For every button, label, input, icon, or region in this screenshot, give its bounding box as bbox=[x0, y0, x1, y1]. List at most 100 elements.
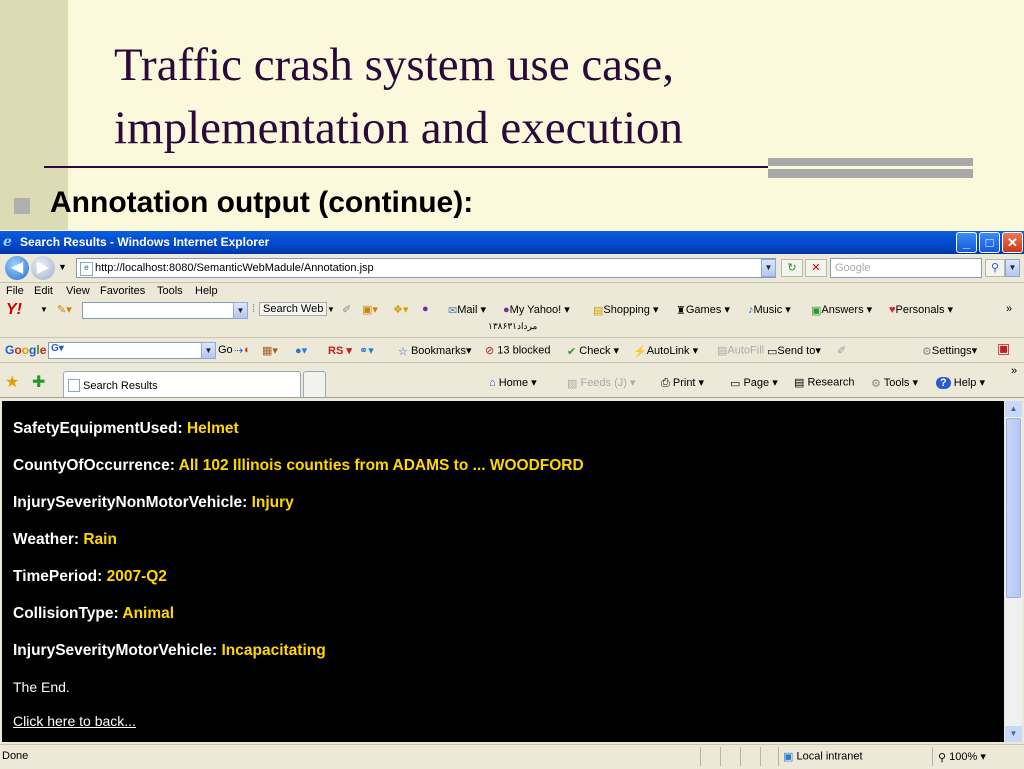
pencil-icon[interactable]: ✎▾ bbox=[57, 303, 72, 316]
pagerank-icon[interactable]: ◐ bbox=[244, 344, 251, 356]
status-bar: Done ▣ Local intranet ⚲ 100% ▾ bbox=[0, 744, 1024, 769]
answers-item[interactable]: ▣Answers ▾ bbox=[811, 303, 872, 317]
pop-up-icon[interactable]: ❖▾ bbox=[393, 303, 408, 316]
maximize-button[interactable]: □ bbox=[979, 232, 1000, 253]
research-button[interactable]: ▤ Research bbox=[794, 376, 855, 389]
help-menu-button[interactable]: ? Help ▾ bbox=[936, 376, 985, 390]
toolbar-more-icon[interactable]: » bbox=[1006, 303, 1012, 315]
stop-icon[interactable]: ✕ bbox=[805, 259, 827, 277]
google-options-icon[interactable]: ▣ bbox=[997, 340, 1010, 357]
favorites-star-icon[interactable]: ★ bbox=[5, 372, 19, 392]
url-input[interactable]: e http://localhost:8080/SemanticWebMadul… bbox=[76, 258, 776, 278]
scroll-thumb[interactable] bbox=[1006, 418, 1021, 598]
menu-favorites[interactable]: Favorites bbox=[100, 285, 145, 297]
annotation-key: CollisionType: bbox=[13, 605, 119, 622]
close-button[interactable]: ✕ bbox=[1002, 232, 1023, 253]
google-go-button[interactable]: Go bbox=[218, 344, 233, 356]
answers-label: Answers bbox=[821, 304, 864, 316]
games-item[interactable]: ♜Games ▾ bbox=[676, 303, 730, 317]
back-link[interactable]: Click here to back... bbox=[13, 713, 136, 729]
music-item[interactable]: ♪Music ▾ bbox=[748, 303, 791, 316]
search-options-dropdown[interactable]: ▼ bbox=[1005, 259, 1020, 277]
url-dropdown-button[interactable]: ▼ bbox=[761, 259, 776, 277]
send-to-button[interactable]: ▭Send to▾ bbox=[767, 344, 821, 358]
status-divider bbox=[932, 747, 933, 766]
personals-item[interactable]: ♥Personals ▾ bbox=[889, 303, 953, 316]
ie-logo-icon: e bbox=[3, 234, 12, 250]
autofill-button[interactable]: ▤AutoFill bbox=[717, 344, 764, 357]
autofill-label: AutoFill bbox=[727, 344, 765, 357]
zone-label: Local intranet bbox=[796, 750, 863, 763]
tools-menu-button[interactable]: ⚙ Tools ▾ bbox=[871, 376, 918, 390]
google-settings-button[interactable]: ⚙Settings▾ bbox=[922, 344, 977, 358]
pencil-icon-google[interactable]: ✐ bbox=[837, 344, 846, 357]
menu-file[interactable]: File bbox=[6, 285, 24, 297]
forward-button[interactable]: ▶ bbox=[31, 256, 55, 280]
chat-icon[interactable]: ●▾ bbox=[295, 344, 307, 357]
check-label: Check bbox=[579, 345, 611, 357]
scroll-down-arrow-icon[interactable]: ▼ bbox=[1005, 726, 1022, 742]
search-input[interactable]: Google bbox=[830, 258, 982, 278]
search-icon[interactable]: ⚲ bbox=[985, 259, 1005, 277]
print-button[interactable]: ⎙ Print ▾ bbox=[661, 376, 704, 390]
add-favorite-icon[interactable]: ✚ bbox=[32, 372, 45, 392]
tab-search-results[interactable]: Search Results bbox=[63, 371, 301, 397]
status-divider bbox=[700, 747, 701, 766]
feeds-button[interactable]: ▧ Feeds (J) ▾ bbox=[567, 376, 636, 390]
intranet-icon: ▣ bbox=[783, 751, 794, 763]
bookmarks-button[interactable]: ☆ Bookmarks▾ bbox=[398, 344, 472, 358]
menu-tools[interactable]: Tools bbox=[157, 285, 183, 297]
google-logo[interactable]: Google bbox=[5, 343, 46, 357]
yahoo-search-dropdown[interactable]: ▼ bbox=[233, 302, 248, 319]
translate-icon[interactable]: ⚭▾ bbox=[359, 344, 374, 357]
annotation-row: CountyOfOccurrence: All 102 Illinois cou… bbox=[13, 457, 584, 475]
popup-blocker-button[interactable]: ⊘ 13 blocked bbox=[485, 344, 551, 357]
highlight-icon[interactable]: ✐ bbox=[342, 303, 351, 316]
my-yahoo-item[interactable]: ●My Yahoo! ▾ bbox=[503, 303, 570, 316]
google-search-input[interactable]: G▾ bbox=[48, 342, 213, 359]
games-icon: ♜ bbox=[676, 304, 686, 317]
search-web-dropdown-icon[interactable]: ▼ bbox=[327, 305, 335, 314]
url-text: http://localhost:8080/SemanticWebMadule/… bbox=[95, 262, 374, 274]
new-tab-button[interactable] bbox=[303, 371, 326, 397]
menu-help[interactable]: Help bbox=[195, 285, 218, 297]
yahoo-menu-dropdown-icon[interactable]: ▼ bbox=[40, 305, 48, 314]
status-divider bbox=[760, 747, 761, 766]
antispy-icon[interactable]: ▣▾ bbox=[362, 303, 378, 316]
vertical-scrollbar[interactable]: ▲ ▼ bbox=[1005, 401, 1022, 742]
zoom-control[interactable]: ⚲ 100% ▾ bbox=[938, 750, 986, 764]
menu-edit[interactable]: Edit bbox=[34, 285, 53, 297]
page-menu-button[interactable]: ▭ Page ▾ bbox=[730, 376, 778, 390]
news-icon[interactable]: ▦▾ bbox=[262, 344, 278, 357]
refresh-icon[interactable]: ↻ bbox=[781, 259, 803, 277]
search-web-button[interactable]: Search Web bbox=[259, 302, 328, 316]
yahoo-360-icon[interactable]: ● bbox=[422, 303, 429, 315]
help-label: Help bbox=[953, 377, 977, 389]
shopping-item[interactable]: ▤Shopping ▾ bbox=[593, 303, 658, 317]
scroll-up-arrow-icon[interactable]: ▲ bbox=[1005, 401, 1022, 417]
games-label: Games bbox=[685, 304, 722, 316]
annotation-value: Helmet bbox=[186, 420, 239, 437]
back-button[interactable]: ◀ bbox=[5, 256, 29, 280]
history-dropdown-icon[interactable]: ▼ bbox=[58, 262, 67, 272]
feeds-label: Feeds (J) bbox=[580, 377, 627, 389]
security-zone[interactable]: ▣ Local intranet bbox=[783, 750, 863, 763]
send-to-label: Send to bbox=[777, 345, 816, 357]
minimize-button[interactable]: _ bbox=[956, 232, 977, 253]
menu-view[interactable]: View bbox=[66, 285, 90, 297]
end-text: The End. bbox=[13, 679, 70, 695]
home-button[interactable]: ⌂ Home ▾ bbox=[489, 376, 537, 389]
tools-gear-icon: ⚙ bbox=[871, 377, 881, 390]
google-search-dropdown[interactable]: ▼ bbox=[201, 342, 216, 359]
autolink-button[interactable]: ⚡AutoLink ▾ bbox=[633, 344, 698, 358]
page-label: Page bbox=[743, 377, 770, 389]
yahoo-logo[interactable]: Y! bbox=[6, 301, 22, 319]
command-more-icon[interactable]: » bbox=[1011, 365, 1017, 377]
tab-page-icon bbox=[68, 379, 80, 392]
yahoo-mail-item[interactable]: ✉Mail ▾ bbox=[448, 303, 486, 317]
spell-check-button[interactable]: ✔ Check ▾ bbox=[567, 344, 619, 358]
page-content: SafetyEquipmentUsed: Helmet CountyOfOccu… bbox=[2, 401, 1004, 742]
rss-feed-icon: ▧ bbox=[567, 377, 578, 390]
rss-icon[interactable]: RS ▾ bbox=[328, 344, 352, 357]
yahoo-search-input[interactable] bbox=[82, 302, 237, 319]
